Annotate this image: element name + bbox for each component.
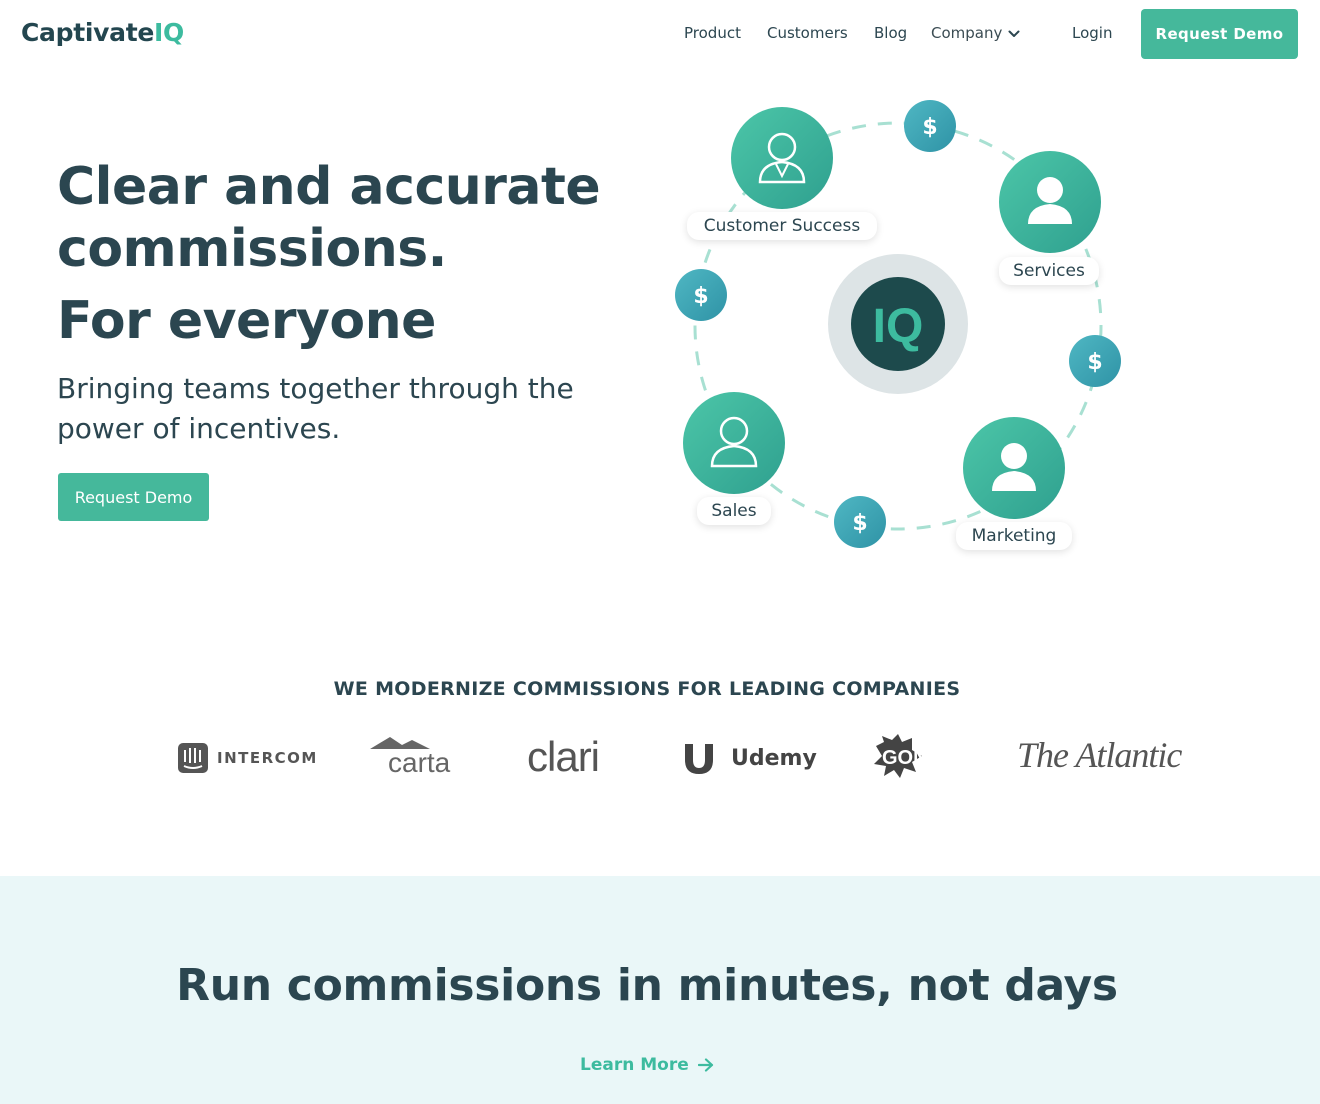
logo-text-iq: IQ (154, 18, 184, 47)
center-iq-label: IQ (873, 300, 924, 353)
nav-company[interactable]: Company (931, 24, 1020, 42)
customer-success-avatar-icon (731, 107, 833, 209)
sales-avatar-icon (683, 392, 785, 494)
services-avatar-icon (999, 151, 1101, 253)
svg-text:$: $ (922, 115, 937, 140)
hero-subtitle: Bringing teams together through the powe… (57, 372, 574, 445)
section-title: Run commissions in minutes, not days (176, 960, 1118, 1011)
nav-company-label: Company (931, 24, 1003, 42)
carta-wordmark: carta (388, 747, 451, 778)
coin-icon: $ (1069, 335, 1121, 387)
coin-icon: $ (675, 269, 727, 321)
marketing-avatar-icon (963, 417, 1065, 519)
clari-logo: clari (527, 733, 600, 781)
the-atlantic-wordmark: The Atlantic (1017, 735, 1182, 775)
gong-logo: GONG (872, 734, 950, 782)
svg-text:$: $ (852, 511, 867, 536)
nav-blog[interactable]: Blog (874, 24, 907, 42)
chevron-down-icon (1008, 30, 1020, 37)
nav-product[interactable]: Product (684, 24, 741, 42)
learn-more-link[interactable]: Learn More (580, 1055, 714, 1075)
svg-text:$: $ (1087, 350, 1102, 375)
intercom-logo-mark (178, 743, 208, 773)
request-demo-hero-button[interactable]: Request Demo (58, 473, 209, 521)
request-demo-nav-button[interactable]: Request Demo (1141, 9, 1298, 59)
teams-diagram: IQ $ $ $ $ Customer Success Services Sal… (660, 90, 1150, 570)
team-label-services: Services (999, 257, 1099, 285)
intercom-wordmark: INTERCOM (217, 749, 318, 767)
nav-customers[interactable]: Customers (767, 24, 848, 42)
arrow-right-icon (697, 1058, 713, 1072)
logo-text-captivate: Captivate (21, 18, 155, 47)
team-label-sales: Sales (697, 497, 771, 525)
captivateiq-logo[interactable]: CaptivateIQ (21, 18, 184, 47)
learn-more-label: Learn More (580, 1055, 689, 1075)
team-label-marketing: Marketing (956, 522, 1072, 550)
intercom-logo: INTERCOM (178, 743, 318, 773)
hero-title-secondary: For everyone (57, 291, 436, 351)
svg-text:GONG: GONG (882, 747, 943, 769)
run-commissions-section: Run commissions in minutes, not days Lea… (0, 876, 1320, 1104)
clari-wordmark: clari (527, 733, 600, 780)
coin-icon: $ (834, 496, 886, 548)
nav-login[interactable]: Login (1072, 24, 1112, 42)
carta-logo: carta (370, 737, 460, 781)
team-label-customer-success: Customer Success (687, 212, 877, 240)
gong-logo-mark: GONG (874, 734, 943, 778)
udemy-logo-mark (685, 744, 713, 774)
the-atlantic-logo: The Atlantic (1017, 734, 1182, 776)
clients-heading: WE MODERNIZE COMMISSIONS FOR LEADING COM… (333, 678, 961, 700)
svg-text:$: $ (693, 284, 708, 309)
top-nav: CaptivateIQ Product Customers Blog Compa… (0, 0, 1320, 68)
coin-icon: $ (904, 100, 956, 152)
udemy-logo: Udemy (681, 740, 817, 776)
udemy-wordmark: Udemy (731, 745, 817, 771)
hero-title: Clear and accurate commissions. (57, 157, 601, 279)
